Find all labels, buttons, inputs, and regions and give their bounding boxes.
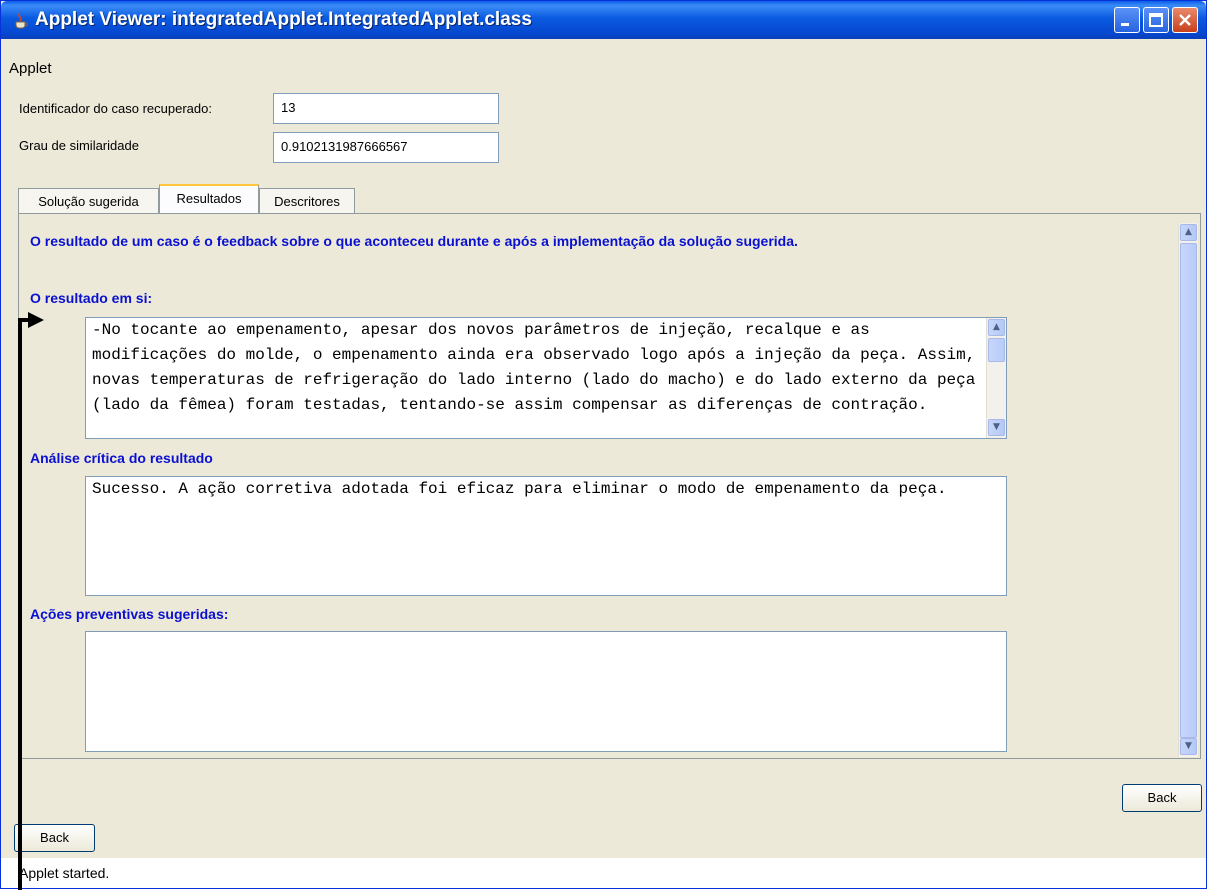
panel-scroll-up-button[interactable]: ▲ <box>1180 224 1197 241</box>
close-icon <box>1179 14 1191 26</box>
menu-bar: Applet <box>1 57 1206 83</box>
panel-scroll-thumb[interactable] <box>1180 243 1197 738</box>
maximize-icon <box>1149 13 1163 27</box>
scroll-thumb[interactable] <box>988 338 1005 362</box>
minimize-button[interactable] <box>1114 7 1140 33</box>
result-textarea[interactable]: -No tocante ao empenamento, apesar dos n… <box>85 317 1007 439</box>
menu-applet[interactable]: Applet <box>9 60 52 77</box>
back-button-right[interactable]: Back <box>1122 784 1202 812</box>
scroll-up-button[interactable]: ▲ <box>988 319 1005 336</box>
tab-resultados[interactable]: Resultados <box>159 184 259 214</box>
case-id-field[interactable]: 13 <box>273 93 499 124</box>
applet-viewer-window: Applet Viewer: integratedApplet.Integrat… <box>0 0 1207 889</box>
similarity-field[interactable]: 0.9102131987666567 <box>273 132 499 163</box>
intro-text: O resultado de um caso é o feedback sobr… <box>30 233 798 249</box>
maximize-button[interactable] <box>1143 7 1169 33</box>
java-cup-icon <box>15 12 28 29</box>
result-scrollbar[interactable]: ▲ ▼ <box>986 318 1006 438</box>
annotation-arrow-line <box>18 320 22 890</box>
result-label: O resultado em si: <box>30 290 153 306</box>
status-bar: Applet started. <box>1 858 1206 888</box>
panel-scroll-down-button[interactable]: ▼ <box>1180 738 1197 755</box>
tab-solucao-sugerida[interactable]: Solução sugerida <box>18 188 159 214</box>
analysis-label: Análise crítica do resultado <box>30 450 213 466</box>
annotation-arrow-head-icon <box>28 312 44 328</box>
scroll-down-button[interactable]: ▼ <box>988 419 1005 436</box>
annotation-arrow-stem <box>18 318 28 322</box>
case-id-label: Identificador do caso recuperado: <box>19 101 212 116</box>
preventive-textarea[interactable] <box>85 631 1007 752</box>
similarity-label: Grau de similaridade <box>19 138 139 153</box>
panel-scrollbar[interactable]: ▲ ▼ <box>1178 223 1198 757</box>
analysis-textarea[interactable]: Sucesso. A ação corretiva adotada foi ef… <box>85 476 1007 596</box>
preventive-label: Ações preventivas sugeridas: <box>30 606 229 622</box>
minimize-icon <box>1121 23 1129 26</box>
status-text: Applet started. <box>19 865 110 881</box>
tab-descritores[interactable]: Descritores <box>259 188 355 214</box>
back-button-left[interactable]: Back <box>14 824 95 852</box>
window-title: Applet Viewer: integratedApplet.Integrat… <box>35 9 532 30</box>
title-bar[interactable]: Applet Viewer: integratedApplet.Integrat… <box>1 1 1206 39</box>
close-button[interactable] <box>1172 7 1198 33</box>
